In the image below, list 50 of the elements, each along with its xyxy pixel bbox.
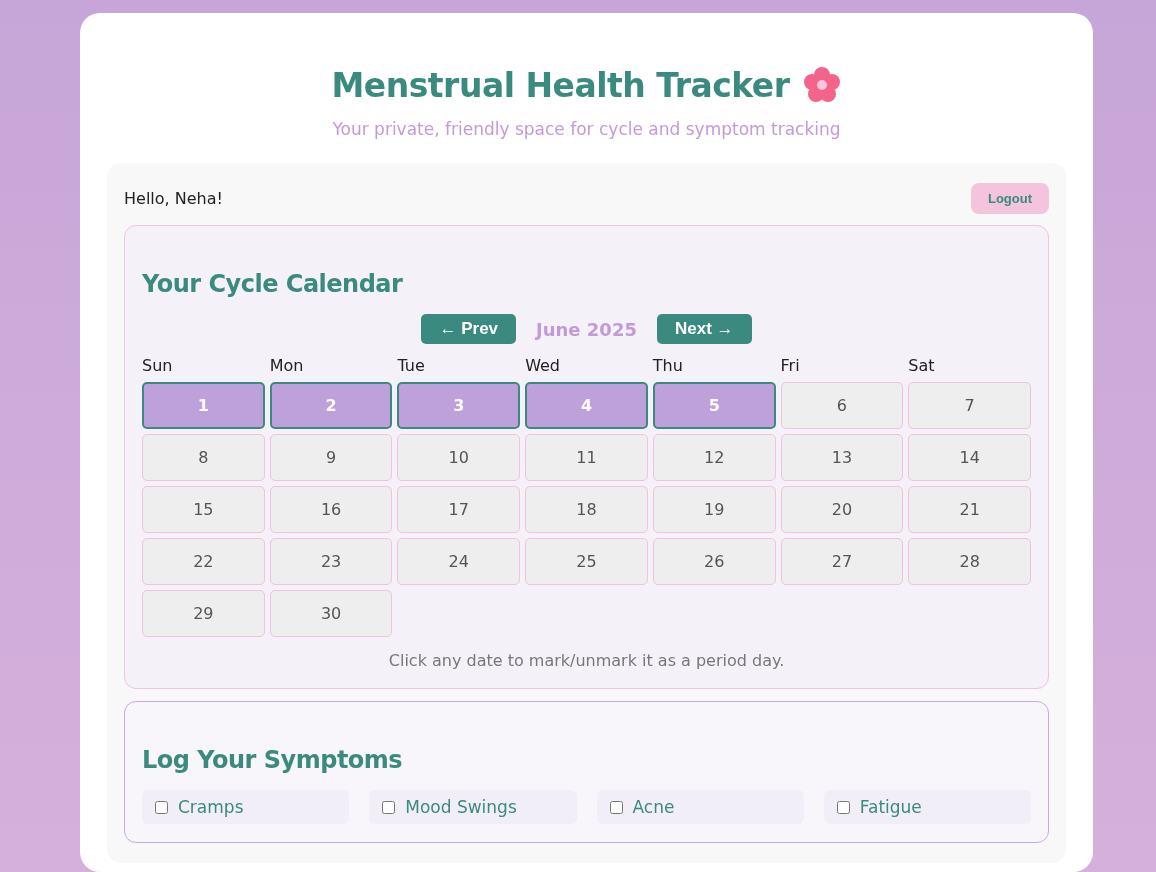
prev-month-button[interactable]: ← Prev [421,314,517,344]
symptom-option[interactable]: Cramps [142,790,350,824]
weekday-label: Fri [780,356,800,375]
calendar-day[interactable]: 21 [908,486,1031,533]
calendar-day[interactable]: 17 [397,486,521,533]
calendar-day[interactable]: 7 [908,382,1031,429]
flower-icon [801,65,842,105]
calendar-day[interactable]: 24 [397,538,521,585]
weekday-label: Wed [525,356,561,375]
symptom-option[interactable]: Fatigue [823,790,1031,824]
symptom-checkbox[interactable] [609,800,623,814]
weekday-label: Mon [269,356,304,375]
weekday-label: Sat [908,356,935,375]
calendar-day[interactable]: 12 [652,434,776,481]
calendar-day[interactable]: 27 [780,538,904,585]
calendar-day[interactable]: 18 [525,486,648,533]
calendar-day[interactable]: 8 [142,434,265,481]
calendar-hint: Click any date to mark/unmark it as a period day. [387,651,786,670]
calendar-day[interactable]: 20 [780,486,904,533]
calendar-day[interactable]: 6 [780,382,904,429]
calendar-day[interactable]: 14 [908,434,1031,481]
section-title: Log Your Symptoms [142,746,404,774]
calendar-day[interactable]: 11 [525,434,648,481]
symptom-checkbox[interactable] [155,800,168,814]
calendar-day[interactable]: 15 [142,486,265,533]
calendar-day[interactable]: 13 [780,434,904,481]
weekday-label: Tue [397,356,425,375]
calendar-day[interactable]: 16 [269,486,393,533]
weekday-label: Sun [142,356,173,375]
calendar-day[interactable]: 28 [908,538,1031,585]
symptom-option[interactable]: Acne [596,790,804,824]
next-month-button[interactable]: Next → [656,314,752,344]
calendar-day[interactable]: 22 [142,538,265,585]
calendar-day[interactable]: 10 [397,434,521,481]
month-label: June 2025 [536,318,637,340]
symptom-checkbox[interactable] [382,800,396,814]
calendar-day[interactable]: 30 [269,590,393,637]
calendar-day[interactable]: 25 [525,538,648,585]
symptom-option[interactable]: Mood Swings [369,790,577,824]
page-subtitle: Your private, friendly space for cycle and symptom tracking [331,119,842,139]
calendar-day[interactable]: 26 [652,538,776,585]
calendar-day[interactable]: 9 [269,434,393,481]
section-title: Your Cycle Calendar [142,270,404,298]
greeting-text: Hello, Neha! [124,189,223,208]
calendar-day[interactable]: 19 [652,486,776,533]
calendar-day[interactable]: 23 [269,538,393,585]
symptom-checkbox[interactable] [836,800,850,814]
calendar-day[interactable]: 29 [142,590,265,637]
page-title: Menstrual Health Tracker [331,65,790,105]
weekday-label: Thu [652,356,683,375]
